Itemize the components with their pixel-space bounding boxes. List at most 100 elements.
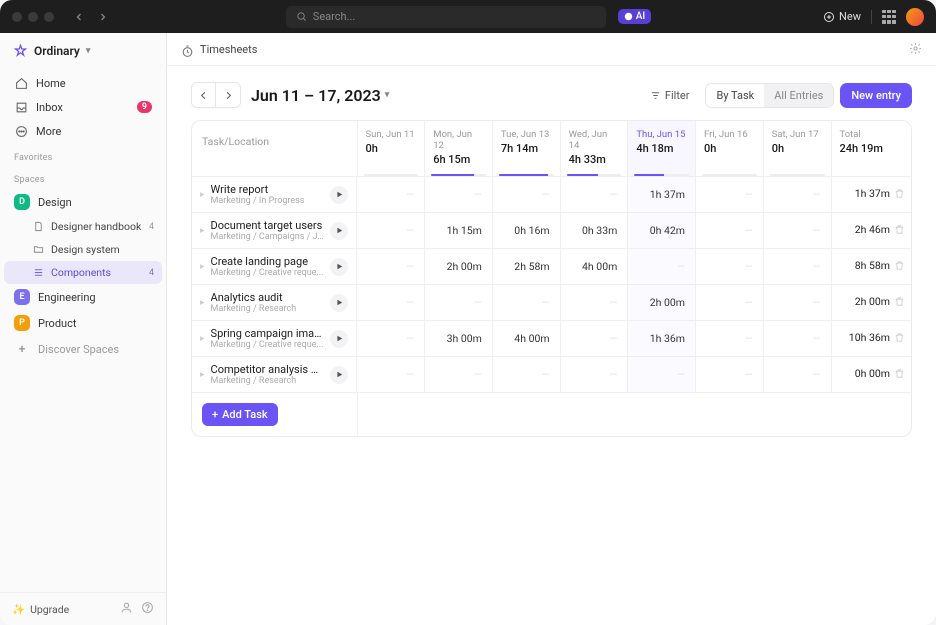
time-cell[interactable]: —: [357, 213, 425, 249]
apps-grid-icon[interactable]: [882, 10, 896, 24]
time-cell[interactable]: —: [763, 321, 831, 357]
time-cell[interactable]: —: [763, 357, 831, 393]
task-title[interactable]: Write report: [211, 183, 324, 196]
all-entries-tab[interactable]: All Entries: [764, 84, 833, 107]
play-button[interactable]: [330, 330, 348, 348]
space-product[interactable]: PProduct: [4, 310, 162, 336]
delete-icon[interactable]: [894, 369, 905, 382]
time-cell[interactable]: —: [357, 321, 425, 357]
expand-icon[interactable]: ▸: [200, 334, 205, 344]
next-week-button[interactable]: [216, 83, 240, 107]
expand-icon[interactable]: ▸: [200, 226, 205, 236]
time-cell[interactable]: —: [560, 357, 628, 393]
delete-icon[interactable]: [894, 225, 905, 238]
time-cell[interactable]: —: [425, 357, 493, 393]
play-button[interactable]: [330, 186, 348, 204]
expand-icon[interactable]: ▸: [200, 262, 205, 272]
time-cell[interactable]: 0h 42m: [628, 213, 696, 249]
time-cell[interactable]: 3h 00m: [425, 321, 493, 357]
time-cell[interactable]: —: [628, 249, 696, 285]
time-cell[interactable]: —: [763, 285, 831, 321]
breadcrumb[interactable]: Timesheets: [200, 43, 257, 56]
time-cell[interactable]: 1h 37m: [628, 177, 696, 213]
time-cell[interactable]: 0h 16m: [492, 213, 560, 249]
time-cell[interactable]: —: [696, 213, 764, 249]
time-cell[interactable]: 2h 58m: [492, 249, 560, 285]
time-cell[interactable]: —: [492, 285, 560, 321]
new-entry-button[interactable]: New entry: [840, 83, 912, 108]
play-button[interactable]: [330, 258, 348, 276]
date-range-picker[interactable]: Jun 11 – 17, 2023 ▾: [251, 86, 389, 105]
task-title[interactable]: Create landing page: [211, 255, 324, 268]
time-cell[interactable]: —: [763, 249, 831, 285]
prev-week-button[interactable]: [192, 83, 216, 107]
time-cell[interactable]: —: [560, 177, 628, 213]
minimize-window[interactable]: [28, 12, 38, 22]
upgrade-button[interactable]: ✨Upgrade: [12, 603, 69, 616]
time-cell[interactable]: 0h 33m: [560, 213, 628, 249]
time-cell[interactable]: —: [492, 177, 560, 213]
delete-icon[interactable]: [894, 333, 905, 346]
time-cell[interactable]: —: [560, 321, 628, 357]
time-cell[interactable]: —: [696, 177, 764, 213]
play-button[interactable]: [330, 366, 348, 384]
new-button[interactable]: New: [823, 10, 861, 23]
task-title[interactable]: Competitor analysis doc: [211, 363, 324, 376]
time-cell[interactable]: —: [696, 357, 764, 393]
time-cell[interactable]: —: [357, 357, 425, 393]
person-icon[interactable]: [120, 601, 133, 617]
time-cell[interactable]: 1h 15m: [425, 213, 493, 249]
time-cell[interactable]: 2h 00m: [425, 249, 493, 285]
time-cell[interactable]: —: [763, 177, 831, 213]
time-cell[interactable]: —: [628, 357, 696, 393]
workspace-selector[interactable]: Ordinary ▾: [0, 33, 166, 69]
time-cell[interactable]: —: [696, 285, 764, 321]
time-cell[interactable]: —: [357, 177, 425, 213]
time-cell[interactable]: —: [763, 213, 831, 249]
user-avatar[interactable]: [906, 8, 924, 26]
task-title[interactable]: Document target users: [211, 219, 324, 232]
discover-spaces[interactable]: +Discover Spaces: [4, 336, 162, 362]
search-input[interactable]: Search...: [286, 6, 606, 28]
time-cell[interactable]: —: [357, 249, 425, 285]
delete-icon[interactable]: [894, 189, 905, 202]
nav-inbox[interactable]: Inbox9: [6, 95, 160, 119]
close-window[interactable]: [12, 12, 22, 22]
time-cell[interactable]: —: [425, 285, 493, 321]
task-title[interactable]: Analytics audit: [211, 291, 324, 304]
ai-button[interactable]: AI: [618, 9, 651, 24]
time-cell[interactable]: 1h 36m: [628, 321, 696, 357]
delete-icon[interactable]: [894, 297, 905, 310]
help-icon[interactable]: [141, 601, 154, 617]
time-cell[interactable]: —: [560, 285, 628, 321]
filter-button[interactable]: Filter: [640, 83, 700, 108]
nav-home[interactable]: Home: [6, 71, 160, 95]
time-cell[interactable]: —: [357, 285, 425, 321]
nav-back-button[interactable]: [68, 6, 90, 28]
settings-icon[interactable]: [909, 40, 922, 59]
space-design[interactable]: DDesign: [4, 189, 162, 215]
nav-more[interactable]: More: [6, 119, 160, 143]
play-button[interactable]: [330, 222, 348, 240]
nav-forward-button[interactable]: [92, 6, 114, 28]
time-cell[interactable]: 2h 00m: [628, 285, 696, 321]
space-engineering[interactable]: EEngineering: [4, 284, 162, 310]
time-cell[interactable]: —: [696, 321, 764, 357]
task-title[interactable]: Spring campaign imag...: [211, 327, 324, 340]
time-cell[interactable]: —: [492, 357, 560, 393]
sidebar-item-components[interactable]: Components4: [4, 261, 162, 284]
play-button[interactable]: [330, 294, 348, 312]
sidebar-item-designer-handbook[interactable]: Designer handbook4: [4, 215, 162, 238]
time-cell[interactable]: 4h 00m: [492, 321, 560, 357]
by-task-tab[interactable]: By Task: [706, 84, 764, 107]
time-cell[interactable]: —: [425, 177, 493, 213]
time-cell[interactable]: 4h 00m: [560, 249, 628, 285]
delete-icon[interactable]: [894, 261, 905, 274]
sidebar-item-design-system[interactable]: Design system: [4, 238, 162, 261]
add-task-button[interactable]: + Add Task: [202, 403, 278, 426]
maximize-window[interactable]: [44, 12, 54, 22]
time-cell[interactable]: —: [696, 249, 764, 285]
expand-icon[interactable]: ▸: [200, 298, 205, 308]
expand-icon[interactable]: ▸: [200, 190, 205, 200]
expand-icon[interactable]: ▸: [200, 370, 205, 380]
